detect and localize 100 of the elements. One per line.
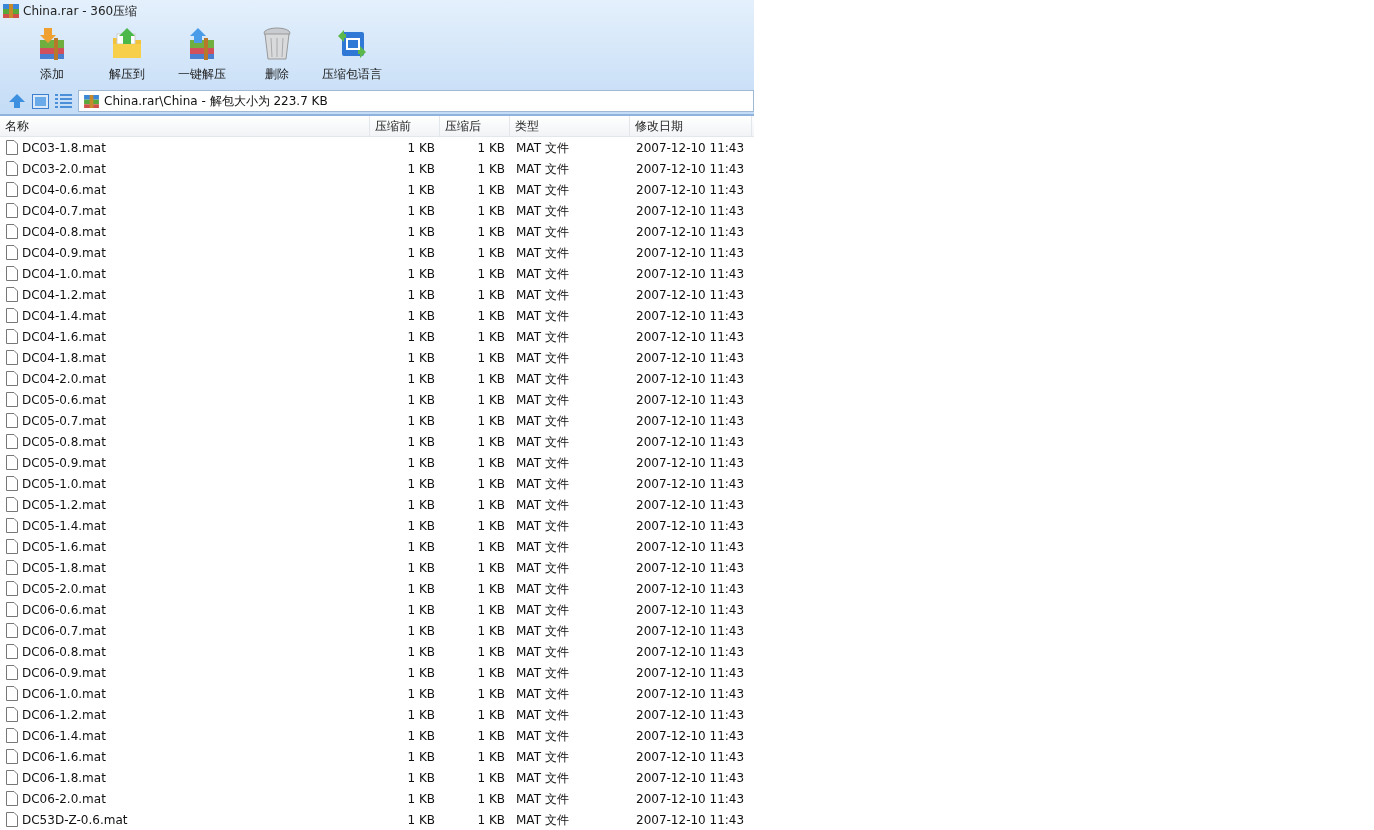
table-cell-text: 1 KB (407, 748, 435, 766)
file-icon (6, 686, 18, 701)
toolbar-button[interactable]: 添加 (14, 22, 89, 83)
file-name[interactable]: DC05-0.7.mat (22, 411, 106, 430)
table-cell-text: 2007-12-10 11:43 (636, 223, 745, 241)
toolbar-button[interactable]: 解压到 (89, 22, 164, 83)
file-name[interactable]: DC03-1.8.mat (22, 138, 106, 157)
file-icon (6, 560, 18, 575)
file-name[interactable]: DC06-0.7.mat (22, 621, 106, 640)
toolbar-button[interactable]: 一键解压 (164, 22, 239, 83)
toolbar-button[interactable]: 压缩包语言 (314, 22, 389, 83)
table-cell-text: 1 KB (407, 370, 435, 388)
table-cell-text: 1 KB (477, 664, 505, 682)
file-name[interactable]: DC04-1.8.mat (22, 348, 106, 367)
file-icon (6, 581, 18, 596)
table-cell-text: MAT 文件 (516, 307, 569, 325)
file-name[interactable]: DC06-0.8.mat (22, 642, 106, 661)
column-header[interactable]: 修改日期 (630, 115, 752, 136)
table-cell-text: 1 KB (477, 643, 505, 661)
file-name[interactable]: DC04-1.6.mat (22, 327, 106, 346)
file-name[interactable]: DC05-1.4.mat (22, 516, 106, 535)
file-name[interactable]: DC06-1.6.mat (22, 747, 106, 766)
table-cell-text: 1 KB (407, 391, 435, 409)
file-icon (6, 476, 18, 491)
table-cell-text: 1 KB (407, 811, 435, 829)
file-name[interactable]: DC04-0.7.mat (22, 201, 106, 220)
column-header[interactable]: 压缩后 (440, 115, 510, 136)
file-name[interactable]: DC05-1.0.mat (22, 474, 106, 493)
thumbnail-view-icon[interactable] (32, 93, 49, 109)
file-name[interactable]: DC04-0.8.mat (22, 222, 106, 241)
table-cell-text: MAT 文件 (516, 286, 569, 304)
file-name[interactable]: DC05-2.0.mat (22, 579, 106, 598)
table-cell-text: MAT 文件 (516, 265, 569, 283)
file-name[interactable]: DC53D-Z-0.6.mat (22, 810, 128, 829)
table-cell-text: MAT 文件 (516, 769, 569, 787)
up-arrow-icon[interactable] (8, 93, 26, 109)
table-cell-text: 1 KB (407, 244, 435, 262)
table-cell-text: MAT 文件 (516, 391, 569, 409)
file-name[interactable]: DC06-1.8.mat (22, 768, 106, 787)
table-cell-text: 1 KB (477, 496, 505, 514)
column-header[interactable]: 压缩前 (370, 115, 440, 136)
table-cell-text: 1 KB (477, 265, 505, 283)
address-field[interactable]: China.rar\China - 解包大小为 223.7 KB (78, 90, 754, 112)
table-cell-text: 2007-12-10 11:43 (636, 664, 745, 682)
file-name[interactable]: DC06-1.0.mat (22, 684, 106, 703)
file-name[interactable]: DC05-1.6.mat (22, 537, 106, 556)
table-cell-text: 1 KB (477, 370, 505, 388)
file-name[interactable]: DC04-1.2.mat (22, 285, 106, 304)
table-cell-text: MAT 文件 (516, 454, 569, 472)
file-icon (6, 308, 18, 323)
table-cell-text: 1 KB (477, 454, 505, 472)
file-name[interactable]: DC06-0.6.mat (22, 600, 106, 619)
table-cell-text: 1 KB (407, 139, 435, 157)
file-name[interactable]: DC04-1.0.mat (22, 264, 106, 283)
table-cell-text: 1 KB (407, 433, 435, 451)
file-name[interactable]: DC06-0.9.mat (22, 663, 106, 682)
file-icon (6, 665, 18, 680)
table-cell-text: 1 KB (407, 538, 435, 556)
file-name[interactable]: DC06-1.2.mat (22, 705, 106, 724)
table-cell-text: 2007-12-10 11:43 (636, 517, 745, 535)
table-cell-text: 1 KB (407, 580, 435, 598)
table-cell-text: 2007-12-10 11:43 (636, 580, 745, 598)
table-cell-text: 2007-12-10 11:43 (636, 685, 745, 703)
table-cell-text: MAT 文件 (516, 706, 569, 724)
file-name[interactable]: DC03-2.0.mat (22, 159, 106, 178)
table-cell-text: 1 KB (407, 223, 435, 241)
file-name[interactable]: DC04-1.4.mat (22, 306, 106, 325)
file-name[interactable]: DC05-0.9.mat (22, 453, 106, 472)
table-cell-text: 1 KB (477, 748, 505, 766)
table-cell-text: 1 KB (407, 349, 435, 367)
file-name[interactable]: DC06-2.0.mat (22, 789, 106, 808)
table-cell-text: 1 KB (477, 349, 505, 367)
table-cell-text: 1 KB (477, 790, 505, 808)
file-icon (6, 287, 18, 302)
file-name[interactable]: DC04-0.6.mat (22, 180, 106, 199)
table-cell-text: MAT 文件 (516, 643, 569, 661)
toolbar-button[interactable]: 删除 (239, 22, 314, 83)
table-cell-text: 2007-12-10 11:43 (636, 559, 745, 577)
table-cell-text: 1 KB (407, 475, 435, 493)
file-icon (6, 371, 18, 386)
file-name[interactable]: DC05-0.6.mat (22, 390, 106, 409)
table-cell-text: 1 KB (477, 769, 505, 787)
table-cell-text: 2007-12-10 11:43 (636, 727, 745, 745)
table-cell-text: MAT 文件 (516, 433, 569, 451)
column-header[interactable]: 名称 (0, 115, 370, 136)
column-header[interactable]: 类型 (510, 115, 630, 136)
table-cell-text: 1 KB (477, 538, 505, 556)
table-cell-text: 1 KB (407, 496, 435, 514)
table-cell-text: 1 KB (477, 475, 505, 493)
file-name[interactable]: DC06-1.4.mat (22, 726, 106, 745)
file-name[interactable]: DC04-2.0.mat (22, 369, 106, 388)
file-icon (6, 245, 18, 260)
table-cell-text: 2007-12-10 11:43 (636, 601, 745, 619)
list-view-icon[interactable] (55, 94, 72, 108)
file-name[interactable]: DC05-1.2.mat (22, 495, 106, 514)
table-cell-text: 1 KB (477, 139, 505, 157)
file-icon (6, 203, 18, 218)
file-name[interactable]: DC05-0.8.mat (22, 432, 106, 451)
file-name[interactable]: DC05-1.8.mat (22, 558, 106, 577)
file-name[interactable]: DC04-0.9.mat (22, 243, 106, 262)
